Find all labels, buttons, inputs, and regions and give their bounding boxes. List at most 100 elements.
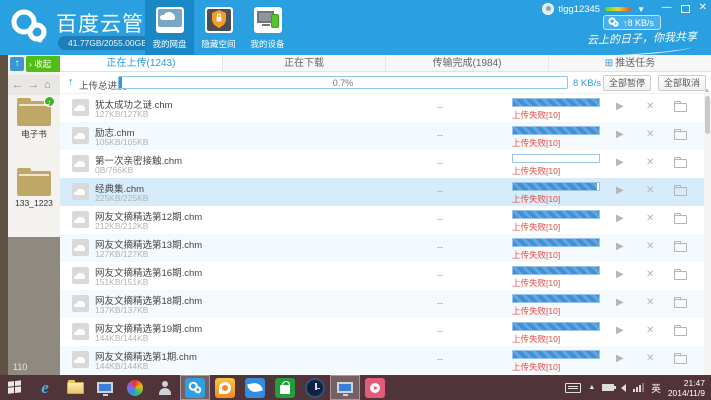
tab-push-tasks[interactable]: ⊞推送任务 (549, 55, 711, 71)
media-player-icon (365, 378, 385, 398)
resume-button[interactable]: ▶ (616, 185, 624, 196)
tray-expand-icon[interactable]: ▲ (588, 384, 595, 391)
table-row[interactable]: 网友文摘精选第12期.chm 212KB/212KB -- 上传失败[10] ▶… (60, 206, 711, 234)
file-progress-fill (513, 351, 599, 358)
taskbar-remote-display[interactable] (330, 375, 360, 400)
taskbar-app-store[interactable] (270, 375, 300, 400)
battery-icon[interactable] (602, 384, 614, 391)
taskbar-uc-browser[interactable] (210, 375, 240, 400)
table-row[interactable]: 网友文摘精选第1期.chm 144KB/144KB -- 上传失败[10] ▶ … (60, 346, 711, 374)
remove-button[interactable]: ✕ (646, 101, 654, 112)
remove-button[interactable]: ✕ (646, 241, 654, 252)
table-row[interactable]: 网友文摘精选第16期.chm 151KB/151KB -- 上传失败[10] ▶… (60, 262, 711, 290)
taskbar-baidu-cloud[interactable] (180, 375, 210, 400)
file-speed: -- (430, 214, 450, 224)
open-folder-button[interactable] (674, 355, 687, 364)
minimize-button[interactable]: — (662, 2, 672, 14)
file-progress-bar (512, 98, 600, 107)
scrollbar-thumb[interactable] (705, 96, 710, 134)
open-folder-button[interactable] (674, 243, 687, 252)
open-folder-button[interactable] (674, 271, 687, 280)
start-button[interactable] (0, 375, 30, 400)
resume-button[interactable]: ▶ (616, 157, 624, 168)
pause-all-button[interactable]: 全部暂停 (603, 75, 651, 91)
resume-button[interactable]: ▶ (616, 325, 624, 336)
scrollbar[interactable] (704, 94, 711, 375)
table-row[interactable]: 经典集.chm 225KB/225KB -- 上传失败[10] ▶ ✕ (60, 178, 711, 206)
keyboard-icon[interactable] (565, 383, 581, 393)
resume-button[interactable]: ▶ (616, 213, 624, 224)
taskbar-xunlei[interactable] (240, 375, 270, 400)
taskbar-explorer[interactable] (60, 375, 90, 400)
user-avatar-icon (542, 3, 554, 15)
table-row[interactable]: 网友文摘精选第18期.chm 137KB/137KB -- 上传失败[10] ▶… (60, 290, 711, 318)
open-folder-button[interactable] (674, 327, 687, 336)
speaker-icon[interactable] (621, 384, 626, 392)
home-icon[interactable]: ⌂ (44, 79, 51, 91)
tray-clock[interactable]: 21:47 2014/11/9 (668, 378, 705, 398)
taskbar-ie[interactable]: e (30, 375, 60, 400)
back-icon[interactable]: ← (12, 79, 23, 91)
remove-button[interactable]: ✕ (646, 129, 654, 140)
cancel-all-button[interactable]: 全部取消 (658, 75, 706, 91)
baidu-cloud-logo (8, 7, 50, 47)
file-size: 105KB/105KB (95, 137, 148, 147)
tab-uploading[interactable]: 正在上传(1243) (60, 55, 223, 71)
remove-button[interactable]: ✕ (646, 185, 654, 196)
mini-speed-widget[interactable]: ↑8 KB/s (603, 15, 661, 30)
tab-completed[interactable]: 传输完成(1984) (386, 55, 549, 71)
folder-133-1223[interactable]: 133_1223 (8, 165, 60, 208)
taskbar-media-center[interactable] (120, 375, 150, 400)
nav-toolbar: ← → ⌂ (8, 75, 60, 95)
open-folder-button[interactable] (674, 159, 687, 168)
remove-button[interactable]: ✕ (646, 213, 654, 224)
file-progress-bar (512, 294, 600, 303)
open-folder-button[interactable] (674, 131, 687, 140)
shopping-bag-icon (275, 378, 295, 398)
maximize-button[interactable] (681, 5, 690, 13)
open-folder-button[interactable] (674, 187, 687, 196)
ime-indicator[interactable]: 英 (651, 381, 661, 395)
network-signal-icon[interactable] (633, 383, 644, 392)
remove-button[interactable]: ✕ (646, 353, 654, 364)
mini-cloud-icon (607, 17, 620, 28)
remove-button[interactable]: ✕ (646, 297, 654, 308)
resume-button[interactable]: ▶ (616, 353, 624, 364)
resume-button[interactable]: ▶ (616, 297, 624, 308)
open-folder-button[interactable] (674, 299, 687, 308)
file-icon (72, 323, 89, 340)
open-folder-button[interactable] (674, 215, 687, 224)
chevron-down-icon[interactable]: ▼ (637, 5, 645, 14)
taskbar-contacts[interactable] (150, 375, 180, 400)
resume-button[interactable]: ▶ (616, 269, 624, 280)
collapse-button[interactable]: › 收起 (26, 56, 60, 72)
open-folder-button[interactable] (674, 103, 687, 112)
table-row[interactable]: 励志.chm 105KB/105KB -- 上传失败[10] ▶ ✕ (60, 122, 711, 150)
taskbar-media-player[interactable] (360, 375, 390, 400)
devices-icon (254, 7, 282, 33)
taskbar-clock-app[interactable] (300, 375, 330, 400)
status-badge: 上传失败[10] (512, 305, 560, 317)
taskbar-display-app[interactable] (90, 375, 120, 400)
table-row[interactable]: 网友文摘精选第13期.chm 127KB/127KB -- 上传失败[10] ▶… (60, 234, 711, 262)
resume-button[interactable]: ▶ (616, 101, 624, 112)
close-button[interactable]: ✕ (699, 2, 707, 14)
status-badge: 上传失败[10] (512, 193, 560, 205)
resume-button[interactable]: ▶ (616, 241, 624, 252)
user-account[interactable]: tlgg12345 ▼ (542, 3, 645, 15)
nav-tab-my-drive[interactable]: 我的网盘 (145, 0, 194, 55)
table-row[interactable]: 第一次亲密接触.chm 0B/766KB -- 上传失败[10] ▶ ✕ (60, 150, 711, 178)
remove-button[interactable]: ✕ (646, 269, 654, 280)
nav-tab-my-devices[interactable]: 我的设备 (243, 0, 292, 55)
folder-ebooks[interactable]: ↑ 电子书 (8, 95, 60, 140)
table-row[interactable]: 网友文摘精选第19期.chm 144KB/144KB -- 上传失败[10] ▶… (60, 318, 711, 346)
table-row[interactable]: 犹太成功之谜.chm 127KB/127KB -- 上传失败[10] ▶ ✕ (60, 94, 711, 122)
resume-button[interactable]: ▶ (616, 129, 624, 140)
forward-icon[interactable]: → (28, 79, 39, 91)
tab-downloading[interactable]: 正在下载 (223, 55, 386, 71)
remove-button[interactable]: ✕ (646, 325, 654, 336)
system-tray: ▲ 英 21:47 2014/11/9 (565, 378, 711, 398)
remove-button[interactable]: ✕ (646, 157, 654, 168)
nav-tab-hidden-space[interactable]: 隐藏空间 (194, 0, 243, 55)
upload-icon[interactable]: ↑ (10, 57, 24, 71)
